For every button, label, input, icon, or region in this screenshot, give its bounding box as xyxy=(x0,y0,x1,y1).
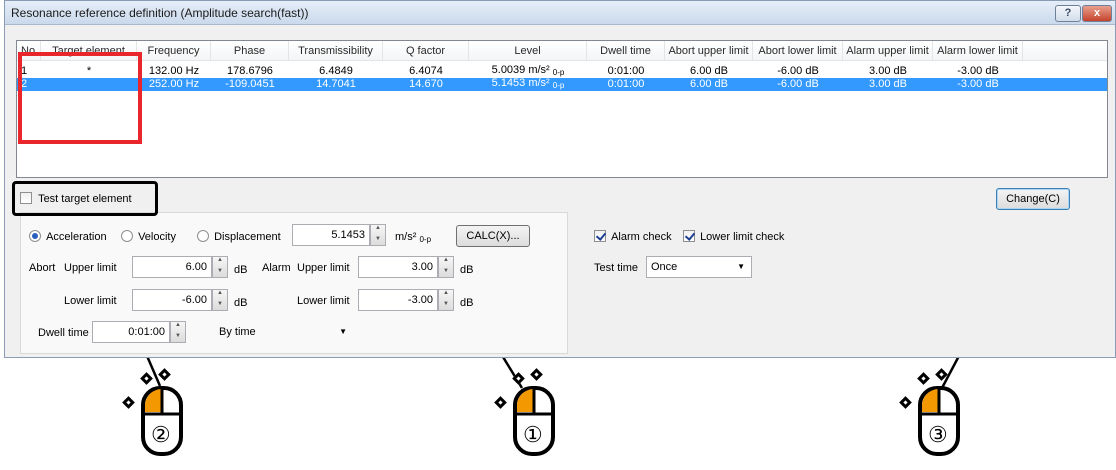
test-time-select[interactable]: Once ▼ xyxy=(646,256,752,278)
alarm-lower-spinner[interactable] xyxy=(438,289,454,311)
dwell-mode-value: By time xyxy=(219,326,256,338)
col-level[interactable]: Level xyxy=(469,40,587,61)
table-row-selected[interactable]: 2 252.00 Hz -109.0451 14.7041 14.670 5.1… xyxy=(17,77,1107,92)
dwell-mode-select[interactable]: By time ▼ xyxy=(214,321,354,343)
cell-transmissibility: 14.7041 xyxy=(316,78,356,90)
abort-label: Abort xyxy=(29,262,56,274)
abort-lower-spinner[interactable] xyxy=(212,289,228,311)
cell-alarm-upper: 3.00 dB xyxy=(869,78,907,90)
col-dwell-time[interactable]: Dwell time xyxy=(587,40,665,61)
alarm-label: Alarm xyxy=(262,262,291,274)
col-alarm-upper[interactable]: Alarm upper limit xyxy=(843,40,933,61)
alarm-lower-unit: dB xyxy=(460,297,474,309)
cell-level-sub: 0-p xyxy=(552,81,565,90)
alarm-upper-input[interactable]: 3.00 xyxy=(358,256,438,278)
cell-level-value: 5.0039 m/s² xyxy=(491,64,550,76)
abort-upper-spinner[interactable] xyxy=(212,256,228,278)
test-time-value: Once xyxy=(651,261,678,273)
test-target-highlight xyxy=(12,181,158,216)
level-unit: m/s² 0-p xyxy=(395,231,431,244)
radio-acceleration-icon[interactable] xyxy=(29,230,41,242)
abort-upper-label: Upper limit xyxy=(64,262,117,274)
chevron-down-icon: ▼ xyxy=(339,327,347,336)
abort-upper-input[interactable]: 6.00 xyxy=(132,256,212,278)
cell-phase: 178.6796 xyxy=(227,65,273,77)
alarm-check-row[interactable]: Alarm check xyxy=(594,230,672,243)
radio-displacement[interactable]: Displacement xyxy=(197,230,281,243)
dwell-time-input[interactable]: 0:01:00 xyxy=(92,321,170,343)
cell-abort-upper: 6.00 dB xyxy=(690,65,728,77)
alarm-upper-unit: dB xyxy=(460,264,474,276)
marker-label-2: ② xyxy=(151,422,171,447)
cell-frequency: 252.00 Hz xyxy=(148,78,200,90)
abort-lower-input[interactable]: -6.00 xyxy=(132,289,212,311)
radio-acceleration-label: Acceleration xyxy=(46,231,107,243)
target-element-highlight xyxy=(18,52,142,144)
dwell-time-label: Dwell time xyxy=(38,327,89,339)
alarm-check-checkbox[interactable] xyxy=(594,230,606,242)
change-button[interactable]: Change(C) xyxy=(996,188,1070,210)
cell-q-factor: 6.4074 xyxy=(409,65,443,77)
window-title: Resonance reference definition (Amplitud… xyxy=(11,6,309,20)
cell-level-value: 5.1453 m/s² xyxy=(491,77,550,89)
dwell-time-spinner[interactable] xyxy=(170,321,186,343)
abort-lower-unit: dB xyxy=(234,297,248,309)
abort-upper-unit: dB xyxy=(234,264,248,276)
cell-frequency: 132.00 Hz xyxy=(148,65,200,77)
level-input[interactable]: 5.1453 xyxy=(292,224,370,246)
mouse-icon-2: ② xyxy=(141,384,183,458)
chevron-down-icon: ▼ xyxy=(737,262,745,271)
col-abort-upper[interactable]: Abort upper limit xyxy=(665,40,753,61)
cell-dwell: 0:01:00 xyxy=(607,65,645,77)
cell-level-sub: 0-p xyxy=(552,68,565,77)
alarm-upper-spinner[interactable] xyxy=(438,256,454,278)
abort-lower-label: Lower limit xyxy=(64,295,117,307)
resonance-table[interactable]: No. Target element Frequency Phase Trans… xyxy=(16,40,1108,178)
cell-alarm-lower: -3.00 dB xyxy=(957,78,999,90)
radio-displacement-icon[interactable] xyxy=(197,230,209,242)
alarm-lower-input[interactable]: -3.00 xyxy=(358,289,438,311)
cell-dwell: 0:01:00 xyxy=(607,78,645,90)
cell-level: 5.1453 m/s² 0-p xyxy=(469,77,587,92)
cell-transmissibility: 6.4849 xyxy=(319,65,353,77)
radio-velocity-label: Velocity xyxy=(138,231,176,243)
alarm-lower-label: Lower limit xyxy=(297,295,350,307)
cell-abort-upper: 6.00 dB xyxy=(690,78,728,90)
table-header: No. Target element Frequency Phase Trans… xyxy=(17,40,1107,61)
col-q-factor[interactable]: Q factor xyxy=(383,40,469,61)
level-spinner[interactable] xyxy=(370,224,386,246)
col-abort-lower[interactable]: Abort lower limit xyxy=(753,40,843,61)
title-bar: Resonance reference definition (Amplitud… xyxy=(5,1,1115,25)
col-alarm-lower[interactable]: Alarm lower limit xyxy=(933,40,1023,61)
test-time-label: Test time xyxy=(594,262,639,274)
alarm-check-label: Alarm check xyxy=(611,231,672,243)
cell-q-factor: 14.670 xyxy=(409,78,443,90)
lower-limit-check-label: Lower limit check xyxy=(700,231,785,243)
alarm-upper-label: Upper limit xyxy=(297,262,350,274)
marker-label-1: ① xyxy=(523,422,543,447)
mouse-icon-3: ③ xyxy=(918,384,960,458)
radio-acceleration[interactable]: Acceleration xyxy=(29,230,107,243)
mouse-icon-1: ① xyxy=(513,384,555,458)
level-unit-sub: 0-p xyxy=(419,235,432,244)
col-phase[interactable]: Phase xyxy=(211,40,289,61)
cell-alarm-lower: -3.00 dB xyxy=(957,65,999,77)
help-button[interactable]: ? xyxy=(1055,5,1081,22)
calc-button[interactable]: CALC(X)... xyxy=(456,225,530,247)
radio-displacement-label: Displacement xyxy=(214,231,281,243)
cell-abort-lower: -6.00 dB xyxy=(777,78,819,90)
cell-abort-lower: -6.00 dB xyxy=(777,65,819,77)
cell-phase: -109.0451 xyxy=(225,78,275,90)
lower-limit-check-checkbox[interactable] xyxy=(683,230,695,242)
cell-alarm-upper: 3.00 dB xyxy=(869,65,907,77)
level-unit-text: m/s² xyxy=(395,231,417,243)
col-transmissibility[interactable]: Transmissibility xyxy=(289,40,383,61)
marker-label-3: ③ xyxy=(928,422,948,447)
lower-limit-check-row[interactable]: Lower limit check xyxy=(683,230,784,243)
col-frequency[interactable]: Frequency xyxy=(137,40,211,61)
radio-velocity[interactable]: Velocity xyxy=(121,230,176,243)
radio-velocity-icon[interactable] xyxy=(121,230,133,242)
close-button[interactable]: x xyxy=(1082,5,1112,22)
